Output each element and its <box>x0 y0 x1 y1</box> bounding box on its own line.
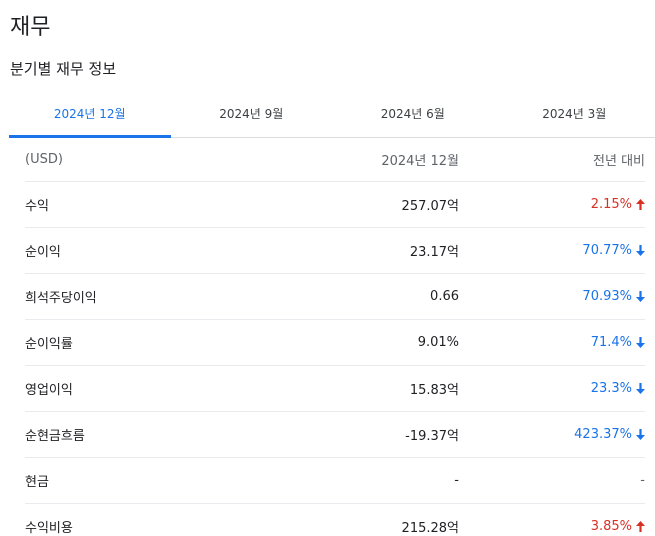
table-row: 영업이익 15.83억 23.3% <box>25 366 645 412</box>
metric-yoy-change: 423.37% <box>459 427 645 442</box>
header-currency: (USD) <box>25 151 63 167</box>
header-period: 2024년 12월 <box>381 153 459 169</box>
table-row: 수익 257.07억 2.15% <box>25 182 645 228</box>
table-row: 현금 - - <box>25 458 645 504</box>
metric-label: 현금 <box>25 475 49 490</box>
table-header-row: (USD) 2024년 12월 전년 대비 <box>25 137 645 182</box>
metric-yoy-change: 2.15% <box>459 197 645 212</box>
metric-value: 9.01% <box>417 335 459 350</box>
table-row: 순이익 23.17억 70.77% <box>25 228 645 274</box>
yoy-change-text: 423.37% <box>574 427 632 442</box>
metric-label: 희석주당이익 <box>25 291 97 306</box>
yoy-change-text: 23.3% <box>590 381 632 396</box>
yoy-change-text: - <box>640 473 645 488</box>
arrow-down-icon <box>636 429 645 440</box>
yoy-change-text: 3.85% <box>590 519 632 534</box>
metric-yoy-change: 71.4% <box>459 335 645 350</box>
financials-panel: 재무 분기별 재무 정보 2024년 12월 2024년 9월 2024년 6월… <box>0 0 655 536</box>
section-title: 재무 <box>10 15 51 40</box>
metric-label: 순이익률 <box>25 337 73 352</box>
metric-label: 수익비용 <box>25 521 73 536</box>
header-yoy: 전년 대비 <box>593 153 645 169</box>
table-row: 희석주당이익 0.66 70.93% <box>25 274 645 320</box>
metric-yoy-change: 3.85% <box>459 519 645 534</box>
tab-2024-12[interactable]: 2024년 12월 <box>9 90 171 138</box>
arrow-down-icon <box>636 383 645 394</box>
metric-value: 215.28억 <box>401 521 459 536</box>
tab-2024-03[interactable]: 2024년 3월 <box>494 90 655 137</box>
section-subtitle: 분기별 재무 정보 <box>10 60 117 78</box>
metric-yoy-change: 70.93% <box>459 289 645 304</box>
period-tabs: 2024년 12월 2024년 9월 2024년 6월 2024년 3월 <box>9 90 655 138</box>
metric-label: 순이익 <box>25 245 61 260</box>
yoy-change-text: 70.93% <box>582 289 632 304</box>
tab-2024-09[interactable]: 2024년 9월 <box>171 90 333 137</box>
arrow-up-icon <box>636 521 645 532</box>
yoy-change-text: 70.77% <box>582 243 632 258</box>
table-row: 순현금흐름 -19.37억 423.37% <box>25 412 645 458</box>
metric-yoy-change: 70.77% <box>459 243 645 258</box>
metric-yoy-change: - <box>459 473 645 488</box>
metric-value: 257.07억 <box>401 199 459 214</box>
tab-2024-06[interactable]: 2024년 6월 <box>332 90 494 137</box>
metric-value: 0.66 <box>430 289 459 304</box>
yoy-change-text: 71.4% <box>590 335 632 350</box>
arrow-down-icon <box>636 291 645 302</box>
metric-label: 수익 <box>25 199 49 214</box>
table-row: 수익비용 215.28억 3.85% <box>25 504 645 536</box>
yoy-change-text: 2.15% <box>590 197 632 212</box>
metric-label: 순현금흐름 <box>25 429 85 444</box>
metric-value: -19.37억 <box>405 429 459 444</box>
table-body: 수익 257.07억 2.15% 순이익 23.17억 70.77% 희석주당이익 0.66 7… <box>25 182 645 536</box>
metric-value: 15.83억 <box>409 383 459 398</box>
arrow-up-icon <box>636 199 645 210</box>
metric-label: 영업이익 <box>25 383 73 398</box>
financials-table: (USD) 2024년 12월 전년 대비 수익 257.07억 2.15% 순이익 2… <box>25 137 645 536</box>
table-row: 순이익률 9.01% 71.4% <box>25 320 645 366</box>
metric-value: 23.17억 <box>409 245 459 260</box>
arrow-down-icon <box>636 337 645 348</box>
metric-yoy-change: 23.3% <box>459 381 645 396</box>
metric-value: - <box>454 473 459 488</box>
arrow-down-icon <box>636 245 645 256</box>
